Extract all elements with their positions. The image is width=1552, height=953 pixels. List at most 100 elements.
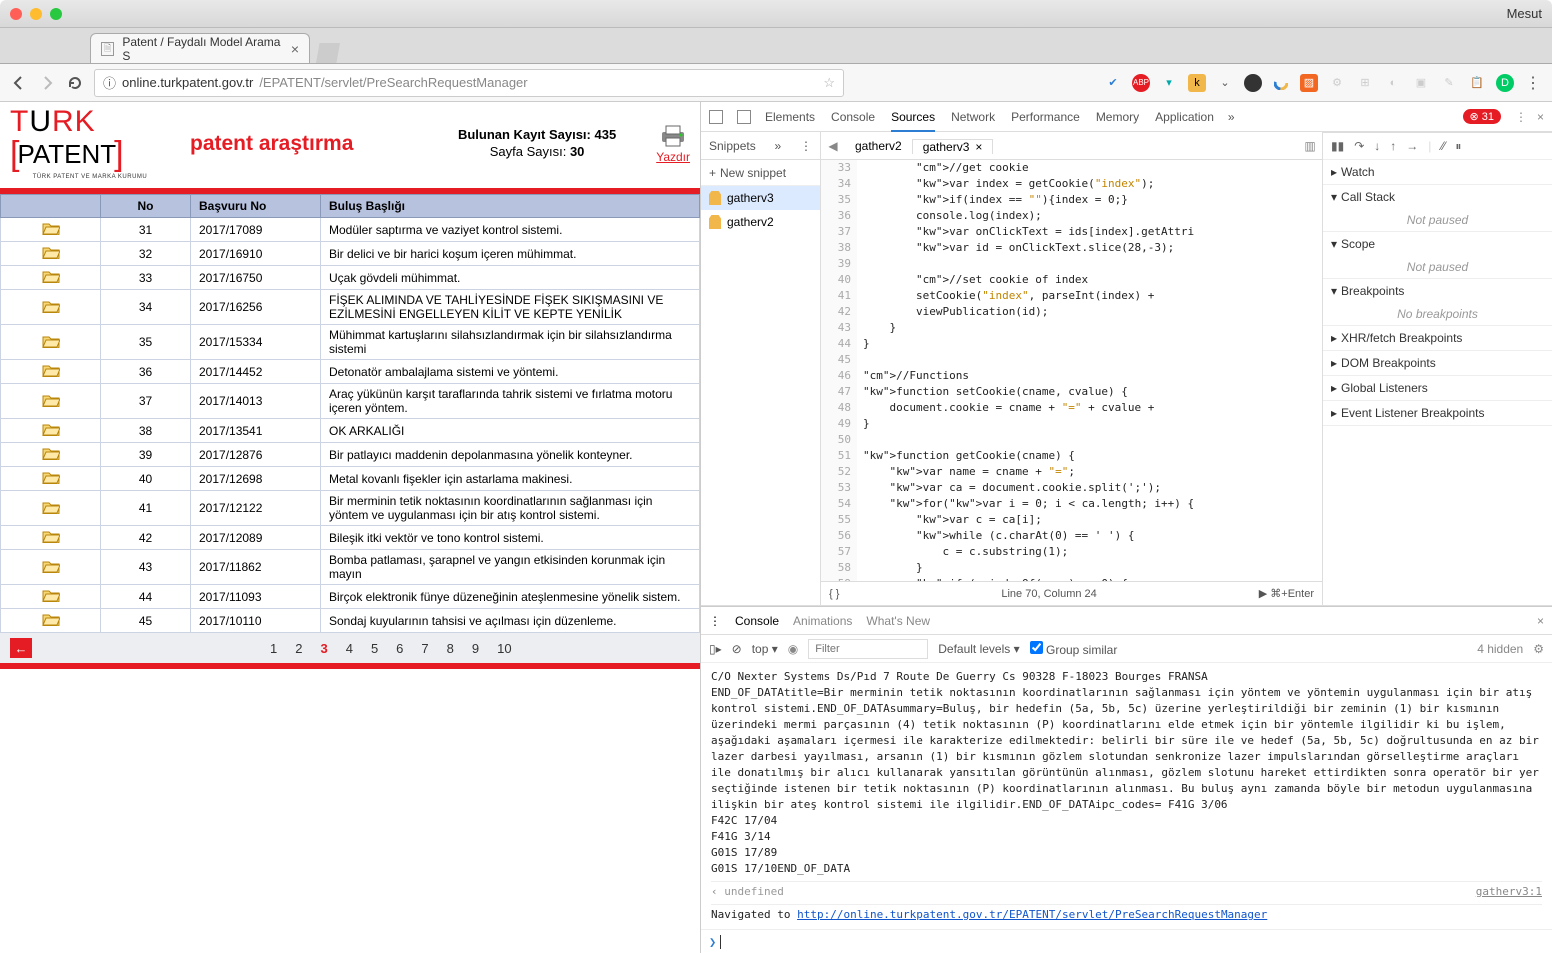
- back-button[interactable]: [10, 74, 28, 92]
- pager-page[interactable]: 5: [371, 641, 378, 656]
- devtools-menu-icon[interactable]: ⋮: [1515, 110, 1527, 124]
- address-bar[interactable]: ⓘ online.turkpatent.gov.tr/EPATENT/servl…: [94, 69, 844, 97]
- ext-icon[interactable]: [1244, 74, 1262, 92]
- global-section[interactable]: ▸ Global Listeners: [1323, 376, 1552, 400]
- table-row[interactable]: 422017/12089Bileşik itki vektör ve tono …: [1, 526, 700, 550]
- pager-page[interactable]: 1: [270, 641, 277, 656]
- breakpoints-section[interactable]: ▾ Breakpoints: [1323, 279, 1552, 303]
- drawer-tab[interactable]: Animations: [793, 614, 852, 628]
- open-record-icon[interactable]: [42, 612, 60, 626]
- devtools-tab[interactable]: Application: [1155, 110, 1214, 124]
- run-snippet-hint[interactable]: ▶ ⌘+Enter: [1259, 587, 1314, 600]
- table-row[interactable]: 402017/12698Metal kovanlı fişekler için …: [1, 467, 700, 491]
- code-editor[interactable]: 33 34 35 36 37 38 39 40 41 42 43 44 45 4…: [821, 160, 1322, 581]
- pager-page[interactable]: 8: [447, 641, 454, 656]
- pager-page[interactable]: 2: [295, 641, 302, 656]
- table-row[interactable]: 372017/14013Araç yükünün karşıt taraflar…: [1, 384, 700, 419]
- open-record-icon[interactable]: [42, 245, 60, 259]
- table-row[interactable]: 382017/13541OK ARKALIĞI: [1, 419, 700, 443]
- pager-page[interactable]: 7: [421, 641, 428, 656]
- open-record-icon[interactable]: [42, 529, 60, 543]
- table-row[interactable]: 342017/16256FİŞEK ALIMINDA VE TAHLİYESİN…: [1, 290, 700, 325]
- step-icon[interactable]: →: [1406, 139, 1418, 153]
- ext-icon[interactable]: k: [1188, 74, 1206, 92]
- file-tab[interactable]: gatherv3×: [912, 139, 994, 154]
- table-row[interactable]: 362017/14452Detonatör ambalajlama sistem…: [1, 360, 700, 384]
- step-over-icon[interactable]: ↷: [1354, 139, 1364, 153]
- forward-button[interactable]: [38, 74, 56, 92]
- console-filter-input[interactable]: [808, 639, 928, 659]
- close-icon[interactable]: ×: [975, 140, 982, 154]
- pause-icon[interactable]: ▮▮: [1331, 139, 1344, 153]
- ext-adblock-icon[interactable]: ABP: [1132, 74, 1150, 92]
- chrome-menu-icon[interactable]: ⋮: [1524, 74, 1542, 92]
- mac-minimize-button[interactable]: [30, 8, 42, 20]
- ext-icon[interactable]: ⊞: [1356, 74, 1374, 92]
- table-row[interactable]: 452017/10110Sondaj kuyularının tahsisi v…: [1, 609, 700, 633]
- pager-page[interactable]: 10: [497, 641, 511, 656]
- hidden-count[interactable]: 4 hidden: [1477, 642, 1523, 656]
- dom-bp-section[interactable]: ▸ DOM Breakpoints: [1323, 351, 1552, 375]
- ext-icon[interactable]: ▾: [1160, 74, 1178, 92]
- xhr-section[interactable]: ▸ XHR/fetch Breakpoints: [1323, 326, 1552, 350]
- mac-close-button[interactable]: [10, 8, 22, 20]
- print-link[interactable]: Yazdır: [656, 150, 690, 164]
- table-row[interactable]: 392017/12876Bir patlayıcı maddenin depol…: [1, 443, 700, 467]
- open-record-icon[interactable]: [42, 470, 60, 484]
- snippet-item[interactable]: gatherv3: [701, 186, 820, 210]
- file-tab[interactable]: gatherv2: [845, 139, 912, 153]
- table-row[interactable]: 352017/15334Mühimmat kartuşlarını silahs…: [1, 325, 700, 360]
- drawer-tab[interactable]: Console: [735, 614, 779, 628]
- ext-icon[interactable]: ▨: [1300, 74, 1318, 92]
- ext-icon[interactable]: [1272, 74, 1290, 92]
- snippet-item[interactable]: gatherv2: [701, 210, 820, 234]
- ext-icon[interactable]: ◐: [1384, 74, 1402, 92]
- drawer-close-icon[interactable]: ×: [1537, 614, 1544, 628]
- open-record-icon[interactable]: [42, 393, 60, 407]
- scope-section[interactable]: ▾ Scope: [1323, 232, 1552, 256]
- bookmark-star-icon[interactable]: ☆: [823, 75, 835, 91]
- deactivate-bp-icon[interactable]: ⁄⁄: [1441, 139, 1445, 153]
- event-section[interactable]: ▸ Event Listener Breakpoints: [1323, 401, 1552, 425]
- more-icon[interactable]: »: [775, 139, 782, 153]
- devtools-tab[interactable]: Performance: [1011, 110, 1080, 124]
- devtools-tab[interactable]: Network: [951, 110, 995, 124]
- open-record-icon[interactable]: [42, 269, 60, 283]
- open-record-icon[interactable]: [42, 221, 60, 235]
- console-prompt[interactable]: ❯: [701, 929, 1552, 953]
- clear-console-icon[interactable]: ⊘: [732, 642, 742, 656]
- log-levels[interactable]: Default levels ▾: [938, 642, 1019, 656]
- new-tab-button[interactable]: [316, 43, 340, 63]
- reload-button[interactable]: [66, 74, 84, 92]
- devtools-tab[interactable]: Elements: [765, 110, 815, 124]
- ext-icon[interactable]: 📋: [1468, 74, 1486, 92]
- browser-tab[interactable]: 🗎 Patent / Faydalı Model Arama S ×: [90, 33, 310, 63]
- table-row[interactable]: 312017/17089Modüler saptırma ve vaziyet …: [1, 218, 700, 242]
- ext-icon[interactable]: D: [1496, 74, 1514, 92]
- site-info-icon[interactable]: ⓘ: [103, 73, 116, 92]
- watch-section[interactable]: ▸ Watch: [1323, 160, 1552, 184]
- pager-page[interactable]: 9: [472, 641, 479, 656]
- tab-close-icon[interactable]: ×: [291, 41, 299, 57]
- navigated-link[interactable]: http://online.turkpatent.gov.tr/EPATENT/…: [797, 908, 1267, 921]
- drawer-tab[interactable]: What's New: [866, 614, 930, 628]
- menu-icon[interactable]: ⋮: [800, 139, 812, 153]
- site-logo[interactable]: TURK [PATENT] TÜRK PATENT VE MARKA KURUM…: [10, 108, 170, 180]
- error-count[interactable]: ⊗ 31: [1463, 109, 1501, 124]
- devtools-tab[interactable]: Sources: [891, 110, 935, 132]
- ext-icon[interactable]: ✔: [1104, 74, 1122, 92]
- context-selector[interactable]: top ▾: [752, 642, 778, 656]
- console-output[interactable]: C/O Nexter Systems Ds/Pıd 7 Route De Gue…: [701, 663, 1552, 929]
- table-row[interactable]: 442017/11093Birçok elektronik fünye düze…: [1, 585, 700, 609]
- table-row[interactable]: 432017/11862Bomba patlaması, şarapnel ve…: [1, 550, 700, 585]
- console-sidebar-icon[interactable]: ▯▸: [709, 642, 722, 656]
- drawer-menu-icon[interactable]: ⋮: [709, 614, 721, 628]
- group-similar-checkbox[interactable]: Group similar: [1030, 641, 1118, 657]
- ext-pocket-icon[interactable]: ⌄: [1216, 74, 1234, 92]
- callstack-section[interactable]: ▾ Call Stack: [1323, 185, 1552, 209]
- open-record-icon[interactable]: [42, 422, 60, 436]
- pause-exceptions-icon[interactable]: ⏸: [1455, 139, 1461, 154]
- device-icon[interactable]: [737, 110, 751, 124]
- open-record-icon[interactable]: [42, 299, 60, 313]
- step-out-icon[interactable]: ↑: [1390, 139, 1396, 153]
